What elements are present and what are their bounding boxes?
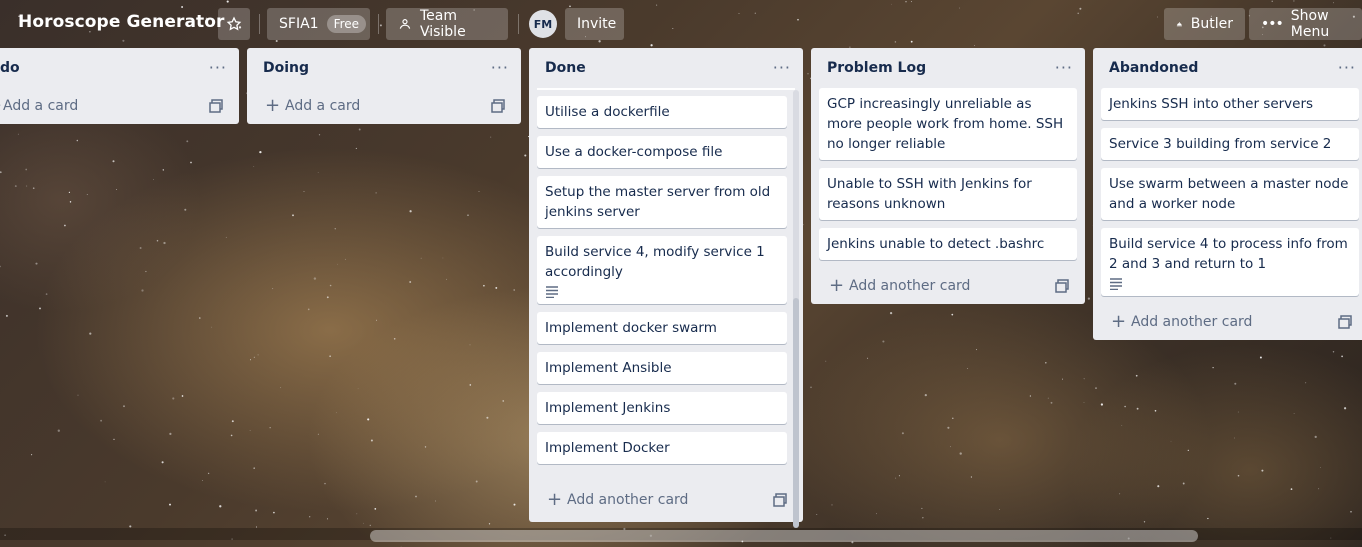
list-header: Problem Log ···	[811, 48, 1085, 88]
board-scrollbar-thumb[interactable]	[370, 530, 1198, 542]
list-done: Done ··· Utilise a dockerfile Use a dock…	[529, 48, 803, 528]
butler-label: Butler	[1190, 16, 1233, 32]
add-card-label: Add a card	[285, 98, 361, 114]
add-card-button[interactable]: + Add another card	[1093, 304, 1362, 340]
card-template-icon[interactable]	[1338, 315, 1352, 329]
card-title: Build service 4 to process info from 2 a…	[1109, 236, 1348, 272]
card-template-icon[interactable]	[1055, 279, 1069, 293]
card[interactable]: Unable to SSH with Jenkins for reasons u…	[819, 168, 1077, 220]
list-header: Abandoned ···	[1093, 48, 1362, 88]
card-edge	[537, 88, 795, 90]
visibility-label: Team Visible	[419, 8, 466, 40]
add-card-button[interactable]: + Add a card	[247, 88, 521, 124]
add-card-button[interactable]: + Add a card	[0, 88, 239, 124]
card[interactable]: Setup the master server from old jenkins…	[537, 176, 787, 228]
butler-button[interactable]: Butler	[1164, 8, 1245, 40]
list-menu-icon[interactable]: ···	[1055, 58, 1073, 77]
list-title[interactable]: Doing	[263, 60, 309, 76]
description-icon	[546, 286, 558, 298]
card[interactable]: Implement Ansible	[537, 352, 787, 384]
list-todo: do ··· + Add a card	[0, 48, 239, 124]
show-menu-button[interactable]: ••• Show Menu	[1249, 8, 1362, 40]
card[interactable]: Implement Jenkins	[537, 392, 787, 424]
list-title[interactable]: Abandoned	[1109, 60, 1198, 76]
list-title[interactable]: Done	[545, 60, 586, 76]
list-menu-icon[interactable]: ···	[1338, 58, 1356, 77]
member-avatar[interactable]: FM	[529, 10, 557, 38]
list-doing: Doing ··· + Add a card	[247, 48, 521, 124]
invite-label: Invite	[577, 16, 617, 32]
plus-icon: +	[829, 275, 845, 296]
visibility-button[interactable]: Team Visible	[386, 8, 508, 40]
plus-icon: +	[547, 489, 563, 510]
list-menu-icon[interactable]: ···	[491, 58, 509, 77]
board-title[interactable]: Horoscope Generator	[18, 12, 225, 32]
add-card-label: Add a card	[3, 98, 79, 114]
plus-icon: +	[0, 95, 2, 116]
plan-badge: Free	[326, 15, 367, 33]
card[interactable]: Implement docker swarm	[537, 312, 787, 344]
list-title[interactable]: Problem Log	[827, 60, 926, 76]
list-menu-icon[interactable]: ···	[209, 58, 227, 77]
plus-icon: +	[1111, 311, 1127, 332]
list-header: Done ···	[529, 48, 803, 88]
header-divider	[259, 14, 260, 34]
plus-icon: +	[265, 95, 281, 116]
header-divider	[518, 14, 519, 34]
card-template-icon[interactable]	[491, 99, 505, 113]
card[interactable]: Implement Docker	[537, 432, 787, 464]
header-divider	[378, 14, 379, 34]
star-icon	[226, 16, 242, 31]
card[interactable]: Service 3 building from service 2	[1101, 128, 1359, 160]
card[interactable]: Use swarm between a master node and a wo…	[1101, 168, 1359, 220]
list-header: do ···	[0, 48, 239, 88]
card[interactable]: Jenkins unable to detect .bashrc	[819, 228, 1077, 260]
card[interactable]: Use a docker-compose file	[537, 136, 787, 168]
invite-button[interactable]: Invite	[565, 8, 624, 40]
list-header: Doing ···	[247, 48, 521, 88]
workspace-name: SFIA1	[279, 16, 319, 32]
butler-bell-icon	[1176, 22, 1182, 27]
description-icon	[1110, 278, 1122, 290]
more-dots-icon: •••	[1261, 16, 1284, 32]
list-title[interactable]: do	[0, 60, 20, 76]
list-problem-log: Problem Log ··· GCP increasingly unrelia…	[811, 48, 1085, 304]
card[interactable]: Build service 4 to process info from 2 a…	[1101, 228, 1359, 296]
add-card-label: Add another card	[1131, 314, 1253, 330]
add-card-label: Add another card	[567, 492, 689, 508]
card[interactable]: Build service 4, modify service 1 accord…	[537, 236, 787, 304]
card[interactable]: Utilise a dockerfile	[537, 96, 787, 128]
list-menu-icon[interactable]: ···	[773, 58, 791, 77]
star-board-button[interactable]	[218, 8, 250, 40]
board-header: Horoscope Generator SFIA1 Free Team Visi…	[0, 0, 1362, 48]
card-title: Build service 4, modify service 1 accord…	[545, 244, 765, 280]
list-abandoned: Abandoned ··· Jenkins SSH into other ser…	[1093, 48, 1362, 340]
add-card-label: Add another card	[849, 278, 971, 294]
team-visibility-icon	[399, 19, 411, 29]
add-card-button[interactable]: + Add another card	[529, 482, 803, 518]
card[interactable]: GCP increasingly unreliable as more peop…	[819, 88, 1077, 160]
add-card-button[interactable]: + Add another card	[811, 268, 1085, 304]
card-template-icon[interactable]	[209, 99, 223, 113]
workspace-button[interactable]: SFIA1 Free	[267, 8, 370, 40]
card[interactable]: Jenkins SSH into other servers	[1101, 88, 1359, 120]
show-menu-label: Show Menu	[1290, 8, 1330, 40]
card-template-icon[interactable]	[773, 493, 787, 507]
